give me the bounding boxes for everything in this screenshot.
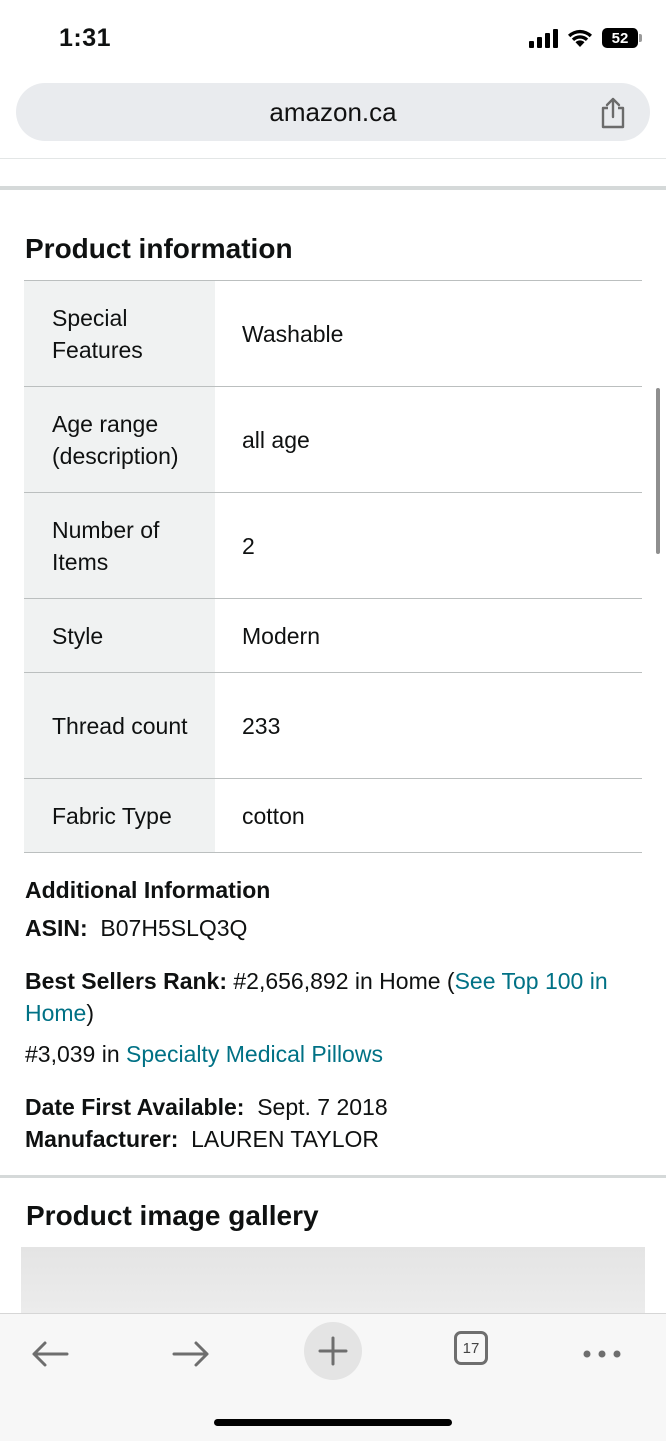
- tabs-button[interactable]: 17: [454, 1331, 488, 1365]
- battery-icon: 52: [602, 28, 642, 48]
- bsr-label: Best Sellers Rank:: [25, 968, 227, 994]
- status-icons: 52: [529, 28, 642, 48]
- row-label: Special Features: [24, 281, 215, 386]
- date-first-available: Date First Available: Sept. 7 2018: [25, 1091, 640, 1123]
- date-value: Sept. 7 2018: [257, 1094, 388, 1120]
- divider: [0, 158, 666, 159]
- asin-label: ASIN:: [25, 915, 88, 941]
- row-label: Style: [24, 599, 215, 672]
- asin-line: ASIN: B07H5SLQ3Q: [25, 912, 640, 944]
- row-label: Thread count: [24, 673, 215, 778]
- bsr-sub-prefix: #3,039 in: [25, 1041, 127, 1067]
- cellular-signal-icon: [529, 28, 558, 48]
- gallery-title: Product image gallery: [26, 1200, 319, 1231]
- browser-toolbar: 17: [0, 1313, 666, 1441]
- row-label: Number of Items: [24, 493, 215, 598]
- status-bar: 1:31 52: [0, 0, 666, 80]
- product-info-title: Product information: [25, 233, 293, 264]
- best-sellers-rank: Best Sellers Rank: #2,656,892 in Home (S…: [25, 965, 640, 1029]
- new-tab-button[interactable]: [304, 1322, 362, 1380]
- scroll-indicator[interactable]: [656, 388, 660, 554]
- more-dots-icon: [583, 1350, 621, 1358]
- forward-button[interactable]: [161, 1324, 221, 1384]
- bsr-sub-rank: #3,039 in Specialty Medical Pillows: [25, 1038, 640, 1070]
- table-row: Thread count 233: [24, 673, 642, 779]
- wifi-icon: [568, 29, 592, 47]
- row-value: cotton: [242, 802, 305, 829]
- section-divider: [0, 1175, 666, 1178]
- date-label: Date First Available:: [25, 1094, 245, 1120]
- row-label: Age range (description): [24, 387, 215, 492]
- address-bar[interactable]: amazon.ca: [16, 83, 650, 141]
- table-row: Special Features Washable: [24, 281, 642, 387]
- row-value: 233: [242, 712, 281, 739]
- gallery-image[interactable]: [21, 1247, 645, 1313]
- additional-info-heading: Additional Information: [25, 874, 640, 906]
- table-row: Fabric Type cotton: [24, 779, 642, 853]
- row-value: all age: [242, 426, 310, 453]
- row-label: Fabric Type: [24, 779, 215, 852]
- row-value: Modern: [242, 622, 320, 649]
- more-button[interactable]: [572, 1324, 632, 1384]
- back-arrow-icon: [32, 1341, 69, 1367]
- manufacturer-value: LAUREN TAYLOR: [191, 1126, 380, 1152]
- table-row: Number of Items 2: [24, 493, 642, 599]
- home-indicator: [214, 1419, 452, 1426]
- row-value: Washable: [242, 320, 344, 347]
- url-text[interactable]: amazon.ca: [16, 97, 650, 128]
- bsr-main: #2,656,892 in Home (: [233, 968, 455, 994]
- product-info-table: Special Features Washable Age range (des…: [24, 280, 642, 853]
- forward-arrow-icon: [172, 1341, 209, 1367]
- bsr-close: ): [86, 1000, 95, 1026]
- manufacturer: Manufacturer: LAUREN TAYLOR: [25, 1123, 640, 1155]
- additional-info-title: Additional Information: [25, 877, 271, 903]
- section-divider: [0, 186, 666, 190]
- table-row: Age range (description) all age: [24, 387, 642, 493]
- plus-icon: [318, 1336, 348, 1366]
- manufacturer-label: Manufacturer:: [25, 1126, 179, 1152]
- table-row: Style Modern: [24, 599, 642, 673]
- status-time: 1:31: [59, 24, 112, 52]
- share-icon[interactable]: [598, 96, 628, 130]
- asin-value: B07H5SLQ3Q: [100, 915, 248, 941]
- specialty-medical-pillows-link[interactable]: Specialty Medical Pillows: [126, 1041, 383, 1067]
- back-button[interactable]: [20, 1324, 80, 1384]
- row-value: 2: [242, 532, 255, 559]
